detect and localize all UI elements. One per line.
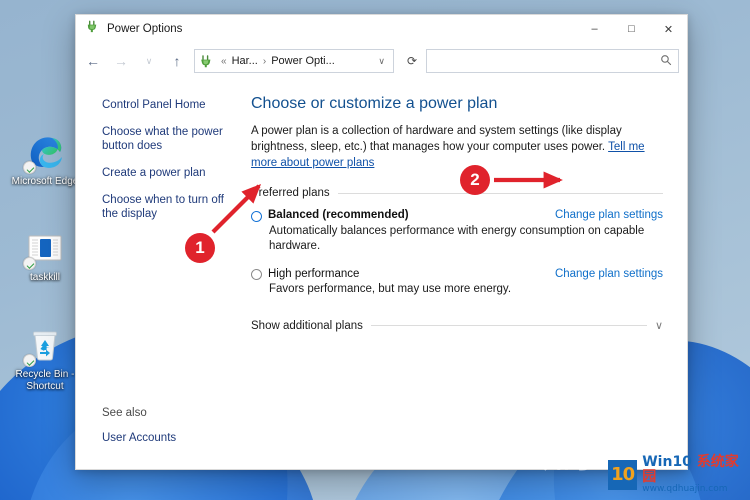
- desktop-icon-taskkill[interactable]: taskkill: [8, 228, 82, 284]
- plan-name-high-performance[interactable]: High performance: [268, 268, 549, 280]
- sidebar-link-turn-off-display[interactable]: Choose when to turn off the display: [102, 193, 234, 221]
- back-button[interactable]: ←: [80, 48, 106, 74]
- page-description-text: A power plan is a collection of hardware…: [251, 125, 622, 153]
- microsoft-edge-icon: [23, 132, 65, 174]
- plan-line: High performance Change plan settings: [251, 268, 663, 280]
- win10-tile-icon: 10: [608, 459, 638, 490]
- titlebar-left: Power Options: [76, 19, 576, 39]
- radio-balanced[interactable]: [251, 210, 262, 222]
- control-panel-icon: [199, 53, 215, 69]
- site-watermark: 10 Win10 系统家园 www.qdhuajin.com: [608, 455, 750, 494]
- desktop-icon-label: Recycle Bin - Shortcut: [15, 369, 75, 392]
- navigation-toolbar: ← → ∨ ↑ « Har... › Power Opti... ∨ ⟳: [76, 43, 687, 79]
- radio-high-performance[interactable]: [251, 269, 262, 280]
- window-title: Power Options: [107, 23, 183, 35]
- sidebar-link-power-button[interactable]: Choose what the power button does: [102, 125, 234, 153]
- shortcut-badge-icon: [23, 257, 36, 270]
- plan-row-high-performance: High performance Change plan settings Fa…: [251, 268, 663, 298]
- plan-line: Balanced (recommended) Change plan setti…: [251, 209, 663, 222]
- sidebar: Control Panel Home Choose what the power…: [76, 79, 244, 469]
- search-icon: [660, 54, 672, 69]
- page-description: A power plan is a collection of hardware…: [251, 123, 663, 171]
- chevron-down-icon[interactable]: ∨: [372, 56, 391, 67]
- power-options-window: Power Options – □ ✕ ← → ∨ ↑ « Har... › P…: [75, 14, 688, 470]
- chevron-down-icon[interactable]: ∨: [655, 319, 663, 332]
- plan-row-balanced: Balanced (recommended) Change plan setti…: [251, 209, 663, 254]
- content-pane: ? Choose or customize a power plan A pow…: [244, 79, 687, 469]
- see-also-link-user-accounts[interactable]: User Accounts: [102, 431, 234, 445]
- recycle-bin-icon: [23, 325, 65, 367]
- window-controls: – □ ✕: [576, 15, 687, 43]
- minimize-button[interactable]: –: [576, 15, 613, 43]
- sidebar-link-control-panel-home[interactable]: Control Panel Home: [102, 98, 234, 112]
- window-body: Control Panel Home Choose what the power…: [76, 79, 687, 469]
- watermark-line1: Win10 系统家园: [642, 455, 750, 484]
- desktop-icon-label: taskkill: [29, 272, 60, 283]
- watermark-brand-en: Win10: [642, 454, 697, 471]
- refresh-button[interactable]: ⟳: [400, 49, 424, 73]
- plan-description-balanced: Automatically balances performance with …: [269, 224, 645, 252]
- shortcut-badge-icon: [23, 354, 36, 367]
- recent-locations-button[interactable]: ∨: [136, 48, 162, 74]
- change-plan-settings-balanced[interactable]: Change plan settings: [555, 209, 663, 221]
- plan-description-high-performance: Favors performance, but may use more ene…: [269, 283, 512, 295]
- see-also-heading: See also: [102, 407, 147, 419]
- sidebar-link-create-plan[interactable]: Create a power plan: [102, 166, 234, 180]
- plan-name-balanced[interactable]: Balanced (recommended): [268, 209, 549, 221]
- maximize-button[interactable]: □: [613, 15, 650, 43]
- change-plan-settings-high-performance[interactable]: Change plan settings: [555, 268, 663, 280]
- breadcrumb-item-power-options[interactable]: Power Opti...: [269, 55, 337, 67]
- zhihu-watermark: 知乎: [543, 444, 601, 475]
- breadcrumb-overflow[interactable]: «: [218, 56, 230, 67]
- see-also-section: See also User Accounts: [102, 407, 234, 469]
- search-box[interactable]: [426, 49, 679, 73]
- divider: [370, 325, 647, 326]
- divider: [337, 192, 663, 194]
- watermark-text: Win10 系统家园 www.qdhuajin.com: [642, 455, 750, 494]
- watermark-url: www.qdhuajin.com: [642, 483, 728, 494]
- close-button[interactable]: ✕: [650, 15, 687, 43]
- search-input[interactable]: [434, 55, 660, 67]
- show-additional-plans-label: Show additional plans: [251, 319, 363, 332]
- address-bar[interactable]: « Har... › Power Opti... ∨: [194, 49, 394, 73]
- power-plug-icon: [85, 19, 100, 39]
- preferred-plans-header: Preferred plans: [251, 187, 663, 199]
- preferred-plans-label: Preferred plans: [251, 187, 330, 199]
- desktop-icon-microsoft-edge[interactable]: Microsoft Edge: [8, 132, 82, 188]
- window-titlebar[interactable]: Power Options – □ ✕: [76, 15, 687, 43]
- page-title: Choose or customize a power plan: [251, 95, 498, 112]
- text-file-icon: [23, 228, 65, 270]
- breadcrumb-item-hardware[interactable]: Har...: [230, 55, 260, 67]
- show-additional-plans-row[interactable]: Show additional plans ∨: [251, 319, 663, 333]
- up-button[interactable]: ↑: [164, 48, 190, 74]
- breadcrumb-separator: ›: [262, 55, 267, 67]
- forward-button[interactable]: →: [108, 48, 134, 74]
- shortcut-badge-icon: [23, 161, 36, 174]
- desktop-icon-label: Microsoft Edge: [11, 176, 79, 187]
- desktop: Microsoft Edge taskkill Recycle Bin - Sh…: [0, 0, 750, 500]
- desktop-icon-recycle-bin[interactable]: Recycle Bin - Shortcut: [8, 325, 82, 393]
